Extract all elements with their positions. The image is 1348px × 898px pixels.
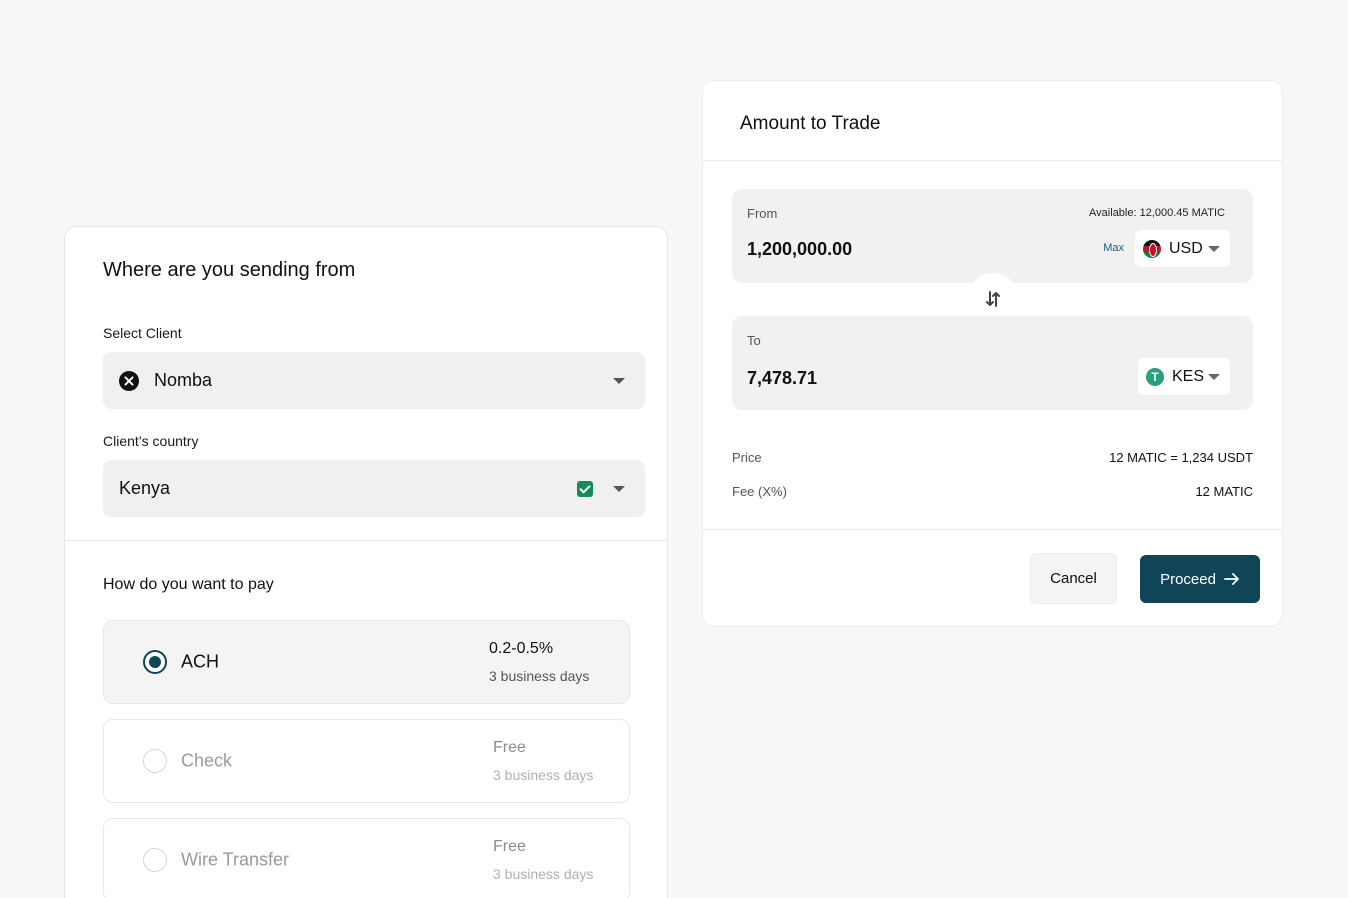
max-button[interactable]: Max: [1103, 242, 1124, 254]
price-label: Price: [732, 450, 762, 465]
cancel-button[interactable]: Cancel: [1030, 553, 1117, 604]
proceed-button-label: Proceed: [1160, 570, 1216, 588]
client-select[interactable]: Nomba: [103, 352, 645, 409]
arrow-right-icon: [1224, 573, 1239, 585]
from-label: From: [747, 206, 778, 221]
payment-option-fee: Free: [493, 838, 526, 855]
chevron-down-icon: [1208, 373, 1220, 380]
from-currency-select[interactable]: USD: [1135, 230, 1230, 267]
swap-arrows-icon: [986, 291, 1000, 307]
price-value: 12 MATIC = 1,234 USDT: [1109, 450, 1253, 465]
from-amount-input[interactable]: 1,200,000.00: [747, 239, 852, 260]
proceed-button[interactable]: Proceed: [1140, 555, 1260, 603]
client-logo-icon: [119, 370, 139, 391]
radio-selected-icon[interactable]: [143, 650, 167, 674]
verified-checkbox-icon[interactable]: [577, 480, 593, 497]
payment-option-fee: Free: [493, 739, 526, 756]
from-amount-box: From Available: 12,000.45 MATIC 1,200,00…: [732, 189, 1253, 283]
payment-option-days: 3 business days: [493, 767, 594, 783]
payment-option-ach[interactable]: ACH 0.2-0.5% 3 business days: [103, 620, 630, 704]
payment-option-days: 3 business days: [493, 866, 594, 882]
country-select[interactable]: Kenya: [103, 460, 645, 517]
to-amount-box: To 7,478.71 T KES: [732, 316, 1253, 410]
amount-to-trade-card: Amount to Trade From Available: 12,000.4…: [702, 80, 1283, 627]
client-country-label: Client’s country: [103, 433, 199, 449]
to-currency-code: KES: [1172, 367, 1205, 385]
divider: [65, 540, 667, 541]
from-currency-code: USD: [1169, 239, 1203, 257]
payment-method-title: How do you want to pay: [103, 576, 274, 593]
to-label: To: [747, 333, 761, 348]
sending-from-card: Where are you sending from Select Client…: [64, 226, 668, 898]
chevron-down-icon: [1208, 245, 1220, 252]
to-currency-select[interactable]: T KES: [1138, 358, 1230, 395]
to-amount-value: 7,478.71: [747, 368, 818, 388]
amount-to-trade-title: Amount to Trade: [740, 113, 881, 134]
fee-label: Fee (X%): [732, 484, 787, 499]
tether-icon: T: [1146, 367, 1164, 386]
select-client-label: Select Client: [103, 325, 182, 341]
sending-from-title: Where are you sending from: [103, 259, 356, 281]
kenya-flag-icon: [1143, 239, 1161, 258]
chevron-down-icon: [613, 377, 625, 384]
fee-value: 12 MATIC: [1195, 484, 1253, 499]
divider: [703, 160, 1282, 161]
cancel-button-label: Cancel: [1050, 570, 1097, 587]
payment-option-wire-transfer[interactable]: Wire Transfer Free 3 business days: [103, 818, 630, 898]
payment-option-name: ACH: [181, 651, 220, 672]
radio-unselected-icon[interactable]: [143, 749, 167, 773]
page-background: Where are you sending from Select Client…: [0, 0, 1348, 898]
client-select-value: Nomba: [154, 370, 213, 390]
chevron-down-icon: [613, 485, 625, 492]
payment-option-fee: 0.2-0.5%: [489, 640, 554, 657]
payment-option-name: Wire Transfer: [181, 849, 290, 870]
payment-option-days: 3 business days: [489, 668, 590, 684]
divider: [703, 529, 1282, 530]
country-select-value: Kenya: [119, 478, 171, 498]
payment-option-name: Check: [181, 750, 233, 771]
payment-option-check[interactable]: Check Free 3 business days: [103, 719, 630, 803]
radio-unselected-icon[interactable]: [143, 848, 167, 872]
available-balance: Available: 12,000.45 MATIC: [1089, 207, 1225, 219]
